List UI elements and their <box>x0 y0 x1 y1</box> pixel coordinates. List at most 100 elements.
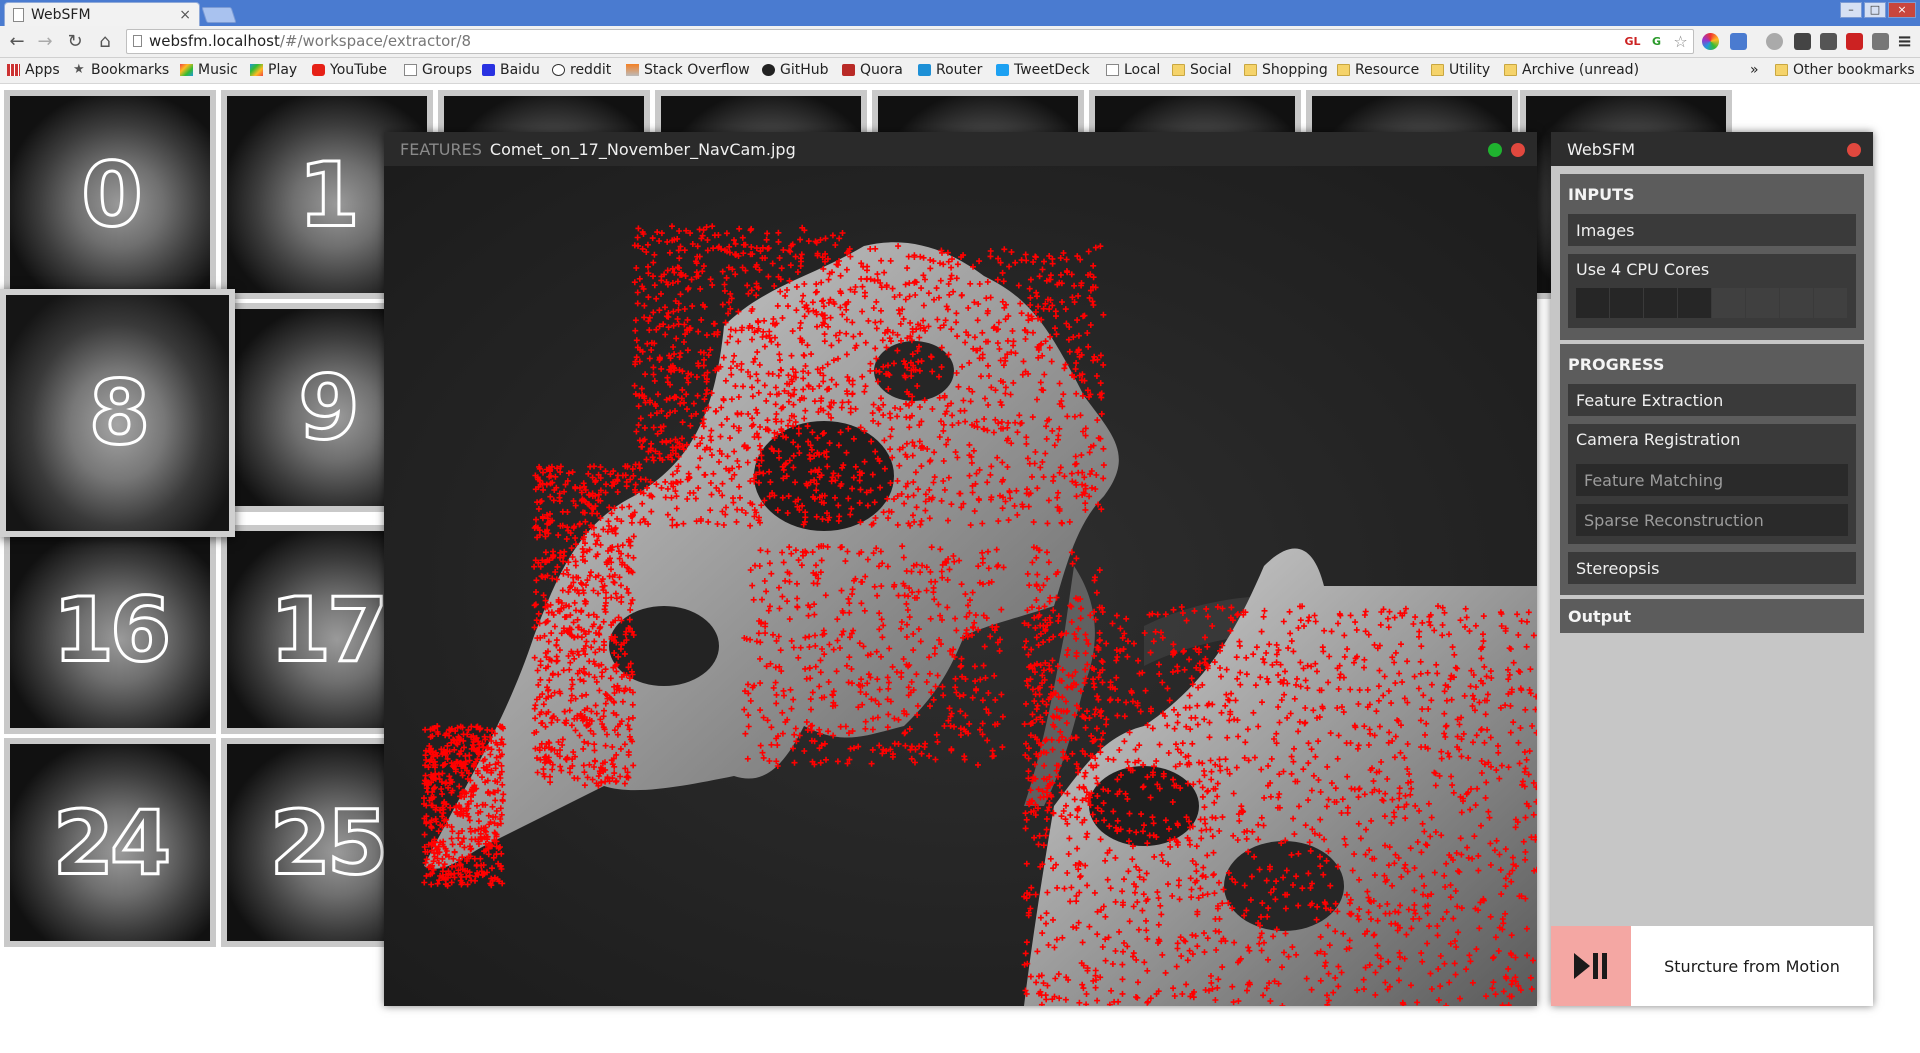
inputs-header: INPUTS <box>1568 184 1635 204</box>
extension-grid-icon[interactable] <box>1820 33 1837 50</box>
extension-gl-icon[interactable]: GL <box>1624 33 1641 50</box>
sparse-reconstruction-step[interactable]: Sparse Reconstruction <box>1576 504 1848 536</box>
image-thumbnail[interactable]: 24 <box>4 738 216 947</box>
thumbnail-index: 24 <box>51 790 172 896</box>
bookmarks-overflow-button[interactable]: » <box>1750 62 1759 78</box>
feature-image-canvas[interactable] <box>384 166 1537 1006</box>
address-bar[interactable]: websfm.localhost/#/workspace/extractor/8 <box>126 29 1694 54</box>
folder-icon <box>1172 64 1185 76</box>
quora-icon <box>842 64 855 76</box>
extension-film-icon[interactable] <box>1794 33 1811 50</box>
bookmarks-bar: Apps ★ Bookmarks Music Play YouTube Group… <box>0 58 1920 84</box>
folder-icon <box>1775 64 1788 76</box>
comet-image: 8 <box>6 295 229 531</box>
bookmark-folder-utility[interactable]: Utility <box>1431 62 1490 78</box>
play-music-icon <box>180 64 193 76</box>
bookmark-quora[interactable]: Quora <box>842 62 903 78</box>
bookmark-apps[interactable]: Apps <box>7 62 60 78</box>
comet-image: 24 <box>10 744 210 941</box>
features-titlebar[interactable]: FEATURES Comet_on_17_November_NavCam.jpg <box>384 132 1537 166</box>
cpu-core-slot[interactable] <box>1610 288 1643 318</box>
new-tab-button[interactable] <box>201 7 237 23</box>
apps-icon <box>7 64 20 76</box>
image-thumbnail[interactable]: 16 <box>4 525 216 734</box>
feature-matching-step[interactable]: Feature Matching <box>1576 464 1848 496</box>
thumbnail-index: 8 <box>87 360 151 466</box>
window-close-button[interactable]: × <box>1888 2 1916 18</box>
translate-icon[interactable] <box>1730 33 1747 50</box>
cpu-core-slot[interactable] <box>1746 288 1779 318</box>
close-icon[interactable] <box>1511 143 1525 157</box>
images-button[interactable]: Images <box>1568 214 1856 246</box>
bookmark-groups[interactable]: Groups <box>404 62 472 78</box>
play-pause-button[interactable] <box>1551 926 1631 1006</box>
minimize-button[interactable]: – <box>1840 2 1862 18</box>
folder-icon <box>1244 64 1257 76</box>
bookmark-music[interactable]: Music <box>180 62 238 78</box>
tab-close-icon[interactable]: × <box>179 7 191 23</box>
comet-image: 16 <box>10 531 210 728</box>
stereopsis-step[interactable]: Stereopsis <box>1568 552 1856 584</box>
home-icon[interactable]: ⌂ <box>94 31 116 53</box>
extension-red-icon[interactable] <box>1846 33 1863 50</box>
cpu-core-slots[interactable] <box>1576 288 1848 318</box>
extension-circle-icon[interactable] <box>1766 33 1783 50</box>
close-icon[interactable] <box>1847 143 1861 157</box>
cpu-core-slot[interactable] <box>1644 288 1677 318</box>
camera-registration-label: Camera Registration <box>1576 430 1741 449</box>
image-thumbnail-selected[interactable]: 8 <box>0 289 235 537</box>
cpu-cores-control[interactable]: Use 4 CPU Cores <box>1568 254 1856 328</box>
maximize-icon[interactable] <box>1488 143 1502 157</box>
cpu-cores-label: Use 4 CPU Cores <box>1576 260 1710 279</box>
bookmark-reddit[interactable]: reddit <box>552 62 611 78</box>
bookmark-youtube[interactable]: YouTube <box>312 62 387 78</box>
browser-tab[interactable]: WebSFM × <box>4 2 200 26</box>
output-section[interactable]: Output <box>1560 599 1864 633</box>
cpu-core-slot[interactable] <box>1678 288 1711 318</box>
image-thumbnail[interactable]: 0 <box>4 90 216 299</box>
cpu-core-slot[interactable] <box>1712 288 1745 318</box>
menu-icon[interactable]: ≡ <box>1896 33 1913 51</box>
page-icon <box>404 64 417 76</box>
bookmark-local[interactable]: Local <box>1106 62 1160 78</box>
bookmark-folder-archive[interactable]: Archive (unread) <box>1504 62 1639 78</box>
bookmark-folder-other[interactable]: Other bookmarks <box>1775 62 1915 78</box>
bookmark-play[interactable]: Play <box>250 62 297 78</box>
output-header: Output <box>1568 606 1632 626</box>
page-icon <box>133 35 142 47</box>
restore-button[interactable]: □ <box>1864 2 1886 18</box>
forward-icon[interactable]: → <box>34 31 56 53</box>
bookmark-github[interactable]: GitHub <box>762 62 829 78</box>
panel-titlebar[interactable]: WebSFM <box>1551 132 1873 166</box>
bookmark-bookmarks[interactable]: ★ Bookmarks <box>73 62 169 78</box>
stack-overflow-icon <box>626 64 639 76</box>
bookmark-baidu[interactable]: Baidu <box>482 62 540 78</box>
color-picker-icon[interactable] <box>1702 33 1719 50</box>
reload-icon[interactable]: ↻ <box>64 31 86 53</box>
back-icon[interactable]: ← <box>6 31 28 53</box>
thumbnail-index: 0 <box>80 142 144 248</box>
extension-box-icon[interactable] <box>1872 33 1889 50</box>
extension-grammarly-icon[interactable]: G <box>1648 33 1665 50</box>
bookmark-folder-shopping[interactable]: Shopping <box>1244 62 1328 78</box>
feature-extraction-step[interactable]: Feature Extraction <box>1568 384 1856 416</box>
bookmark-router[interactable]: Router <box>918 62 982 78</box>
bookmark-tweetdeck[interactable]: TweetDeck <box>996 62 1090 78</box>
cpu-core-slot[interactable] <box>1576 288 1609 318</box>
bookmark-folder-resource[interactable]: Resource <box>1337 62 1419 78</box>
cpu-core-slot[interactable] <box>1814 288 1847 318</box>
progress-section: PROGRESS Feature Extraction Camera Regis… <box>1560 344 1864 595</box>
folder-icon <box>1504 64 1517 76</box>
page-icon <box>1106 64 1119 76</box>
bookmark-star-icon[interactable]: ☆ <box>1672 33 1689 50</box>
folder-icon <box>1337 64 1350 76</box>
crater-shadow <box>1089 766 1199 846</box>
tweetdeck-icon <box>996 64 1009 76</box>
bookmark-folder-social[interactable]: Social <box>1172 62 1232 78</box>
folder-icon <box>1431 64 1444 76</box>
camera-registration-step[interactable]: Camera Registration Feature Matching Spa… <box>1568 424 1856 544</box>
bookmark-stack-overflow[interactable]: Stack Overflow <box>626 62 750 78</box>
router-icon <box>918 64 931 76</box>
cpu-core-slot[interactable] <box>1780 288 1813 318</box>
page-icon <box>13 7 24 22</box>
